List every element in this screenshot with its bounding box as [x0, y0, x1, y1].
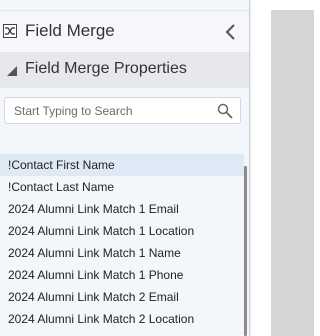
search-field[interactable]: [4, 97, 241, 124]
section-title: Field Merge Properties: [25, 60, 187, 77]
canvas-area: [271, 10, 314, 336]
field-list-item[interactable]: 2024 Alumni Link Match 2 Location: [0, 308, 244, 330]
field-list-item[interactable]: 2024 Alumni Link Match 1 Phone: [0, 264, 244, 286]
field-list-item[interactable]: !Contact First Name: [0, 154, 244, 176]
list-scrollbar[interactable]: [244, 166, 247, 336]
field-merge-icon: [3, 24, 17, 38]
field-list-item[interactable]: 2024 Alumni Link Match 1 Email: [0, 198, 244, 220]
field-list-item[interactable]: 2024 Alumni Link Match 2 Email: [0, 286, 244, 308]
field-merge-screen: Field Merge Field Merge Properties Start…: [0, 0, 314, 336]
field-list-item[interactable]: !Contact Last Name: [0, 176, 244, 198]
search-input[interactable]: [14, 102, 209, 120]
search-icon[interactable]: [217, 103, 233, 119]
field-merge-panel: Field Merge Field Merge Properties Start…: [0, 0, 250, 336]
collapse-caret-icon[interactable]: [6, 64, 18, 76]
field-list-item[interactable]: 2024 Alumni Link Match 1 Name: [0, 242, 244, 264]
panel-title: Field Merge: [25, 21, 115, 40]
collapse-panel-button[interactable]: [222, 22, 240, 42]
field-list-item[interactable]: 2024 Alumni Link Match 1 Location: [0, 220, 244, 242]
chevron-left-icon: [225, 24, 235, 40]
properties-section-header[interactable]: Field Merge Properties: [0, 52, 249, 88]
panel-header: Field Merge: [0, 10, 249, 53]
field-list: !Contact First Name !Contact Last Name 202…: [0, 154, 249, 336]
